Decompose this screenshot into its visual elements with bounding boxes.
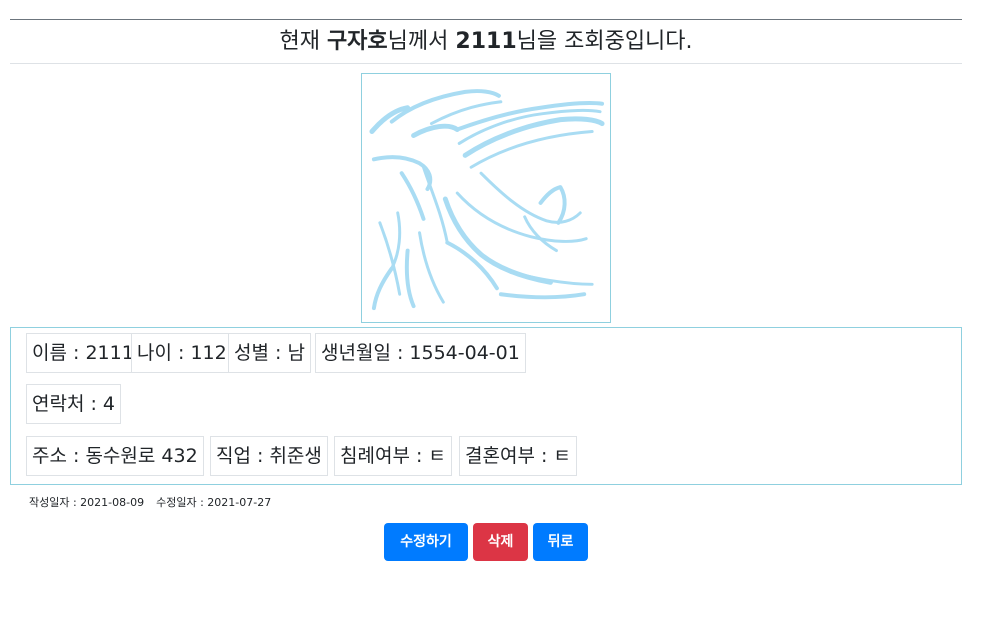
- target-name: 2111: [455, 29, 517, 54]
- edit-button[interactable]: 수정하기: [384, 523, 468, 561]
- title-prefix: 현재: [279, 29, 327, 54]
- delete-button[interactable]: 삭제: [473, 523, 528, 561]
- info-name: 이름 : 2111: [26, 333, 140, 373]
- record-dates: 작성일자 : 2021-08-09 수정일자 : 2021-07-27: [29, 494, 271, 510]
- info-baptism: 침례여부 : ㅌ: [334, 436, 452, 476]
- info-address: 주소 : 동수원로 432: [26, 436, 204, 476]
- modified-date: 수정일자 : 2021-07-27: [156, 496, 272, 509]
- profile-photo: [361, 73, 611, 323]
- info-age: 나이 : 112: [131, 333, 233, 373]
- title-suffix: 님을 조회중입니다.: [516, 29, 693, 54]
- created-date: 작성일자 : 2021-08-09: [29, 496, 145, 509]
- profile-info-box: 이름 : 2111 나이 : 112 성별 : 남 생년월일 : 1554-04…: [10, 327, 962, 485]
- info-gender: 성별 : 남: [228, 333, 311, 373]
- info-contact: 연락처 : 4: [26, 384, 122, 424]
- info-birthdate: 생년월일 : 1554-04-01: [315, 333, 526, 373]
- page-title: 현재 구자호님께서 2111님을 조회중입니다.: [10, 20, 962, 64]
- viewer-name: 구자호: [326, 29, 388, 54]
- info-marriage: 결혼여부 : ㅌ: [459, 436, 577, 476]
- dove-icon: [369, 89, 605, 311]
- title-middle: 님께서: [387, 29, 456, 54]
- info-job: 직업 : 취준생: [210, 436, 328, 476]
- back-button[interactable]: 뒤로: [533, 523, 588, 561]
